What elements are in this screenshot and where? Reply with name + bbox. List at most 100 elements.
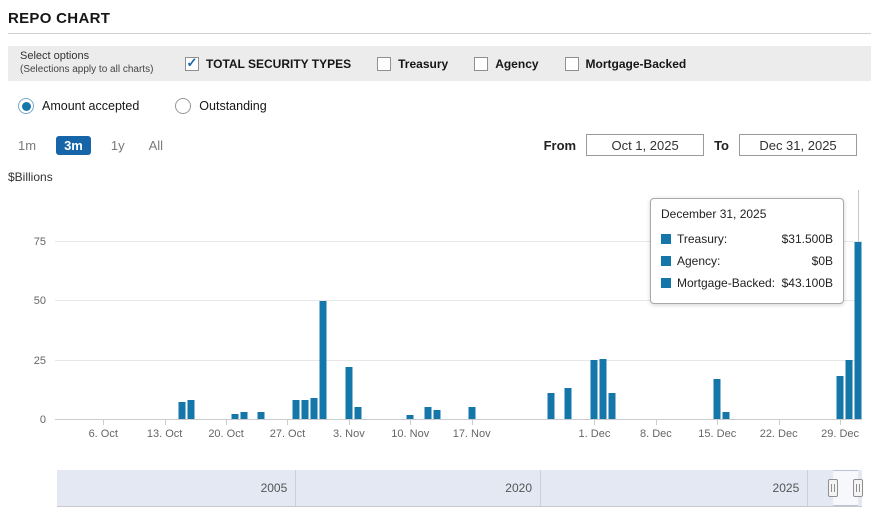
chart-bar[interactable] <box>187 400 195 419</box>
tooltip-row-mortgage-backed: Mortgage-Backed: $43.100B <box>661 272 833 294</box>
tooltip-series-value: $43.100B <box>781 276 833 291</box>
navigator-year-label: 2005 <box>260 481 288 495</box>
navigator-year-label: 2020 <box>505 481 532 495</box>
chart-bar[interactable] <box>319 300 327 419</box>
chart-bar[interactable] <box>345 366 353 419</box>
series-marker-treasury-icon <box>661 234 671 245</box>
checkbox-label: Mortgage-Backed <box>585 56 687 71</box>
chart-bar[interactable] <box>854 242 862 419</box>
radio-label: Amount accepted <box>42 99 140 113</box>
x-tick <box>840 420 842 425</box>
select-options-sublabel: (Selections apply to all charts) <box>20 64 154 76</box>
date-range-inputs: From To <box>544 133 857 157</box>
x-axis-label: 3. Nov <box>332 428 365 440</box>
tooltip-title: December 31, 2025 <box>661 207 767 221</box>
chart-bar[interactable] <box>564 388 572 419</box>
chart-area: 0 25 50 75 6. Oct 13. Oct 20. Oct 27. Oct 3. Nov… <box>34 190 862 440</box>
select-options-label: Select options <box>20 50 90 63</box>
navigator-year-label: 2025 <box>772 481 800 495</box>
x-tick <box>226 420 228 425</box>
navigator-gridline <box>295 470 297 506</box>
x-axis-label: 8. Dec <box>639 428 672 440</box>
x-tick <box>103 420 105 425</box>
chart-bar[interactable] <box>231 414 239 419</box>
range-button-1m[interactable]: 1m <box>14 136 40 155</box>
chart-bar[interactable] <box>292 400 300 419</box>
chart-bar[interactable] <box>433 409 441 419</box>
x-tick <box>471 420 473 425</box>
chart-bar[interactable] <box>424 407 432 419</box>
chart-bar[interactable] <box>713 378 721 419</box>
y-axis-label: 0 <box>39 414 46 426</box>
chart-bar[interactable] <box>178 402 186 419</box>
navigator[interactable]: 2005 2020 2025 <box>57 470 863 507</box>
x-axis-label: 13. Oct <box>146 428 183 440</box>
radio-amount-accepted[interactable]: Amount accepted <box>18 98 139 114</box>
checkbox-mortgage-backed[interactable]: Mortgage-Backed <box>564 56 687 71</box>
x-tick <box>717 420 719 425</box>
checkbox-total-security-types[interactable]: TOTAL SECURITY TYPES <box>185 56 351 71</box>
chart-bar[interactable] <box>310 397 318 419</box>
title-divider <box>8 33 871 34</box>
range-button-3m[interactable]: 3m <box>56 135 91 155</box>
x-axis-label: 10. Nov <box>391 428 430 440</box>
chart-bar[interactable] <box>354 407 362 419</box>
y-axis-title: $Billions <box>8 170 53 184</box>
chart-bar[interactable] <box>468 407 476 419</box>
metric-radio-group: Amount accepted Outstanding <box>18 98 267 114</box>
x-tick <box>348 420 350 425</box>
checkbox-box-treasury[interactable] <box>377 56 392 71</box>
x-axis-label: 27. Oct <box>269 428 306 440</box>
tooltip-series-name: Mortgage-Backed: <box>677 276 776 291</box>
radio-button-outstanding[interactable] <box>175 98 192 114</box>
x-tick <box>287 420 289 425</box>
checkbox-agency[interactable]: Agency <box>474 56 539 71</box>
navigator-gridline <box>540 470 541 506</box>
range-selector: 1m 3m 1y All From To <box>14 133 857 157</box>
navigator-gridline <box>807 470 809 506</box>
radio-button-amount-accepted[interactable] <box>18 98 34 114</box>
x-tick <box>594 420 596 425</box>
tooltip-series-name: Agency: <box>677 254 721 269</box>
from-date-input[interactable] <box>586 134 705 156</box>
tooltip-series-name: Treasury: <box>677 232 728 246</box>
range-buttons: 1m 3m 1y All <box>14 133 167 157</box>
chart-bar[interactable] <box>836 376 844 419</box>
x-axis-label: 17. Nov <box>452 428 491 440</box>
chart-bar[interactable] <box>406 415 414 419</box>
x-axis-label: 15. Dec <box>698 428 737 440</box>
chart-bar[interactable] <box>301 400 309 419</box>
to-label: To <box>714 137 729 153</box>
checkbox-box-agency[interactable] <box>474 56 489 71</box>
repo-chart-page: REPO CHART Select options (Selections ap… <box>0 0 879 519</box>
checkbox-box-total-security-types[interactable] <box>185 56 199 71</box>
y-axis-label: 25 <box>33 354 46 367</box>
chart-bar[interactable] <box>257 411 265 419</box>
chart-bar[interactable] <box>608 392 616 419</box>
chart-bar[interactable] <box>590 359 598 419</box>
chart-bar[interactable] <box>240 411 248 419</box>
chart-bar[interactable] <box>599 359 607 419</box>
chart-bar[interactable] <box>722 411 730 419</box>
page-title: REPO CHART <box>8 10 111 27</box>
navigator-handle-right-icon[interactable] <box>852 479 863 497</box>
tooltip-row-agency: Agency: $0B <box>661 250 833 272</box>
x-axis-label: 6. Oct <box>88 428 118 440</box>
x-axis-label: 20. Oct <box>208 428 244 440</box>
x-tick <box>778 420 780 425</box>
chart-bar[interactable] <box>845 359 853 419</box>
checkbox-box-mortgage-backed[interactable] <box>564 56 579 71</box>
chart-tooltip: December 31, 2025 Treasury: $31.500B Age… <box>650 198 844 304</box>
radio-outstanding[interactable]: Outstanding <box>175 98 267 114</box>
tooltip-series-value: $0B <box>811 254 833 269</box>
checkbox-treasury[interactable]: Treasury <box>377 56 448 71</box>
from-label: From <box>543 137 577 153</box>
y-gridline <box>55 419 862 420</box>
select-options-caption: Select options (Selections apply to all … <box>20 50 185 76</box>
range-button-1y[interactable]: 1y <box>107 136 129 155</box>
navigator-handle-left-icon[interactable] <box>828 479 839 497</box>
range-button-all[interactable]: All <box>145 136 167 155</box>
x-axis-label: 1. Dec <box>578 428 611 440</box>
to-date-input[interactable] <box>739 134 857 156</box>
chart-bar[interactable] <box>547 392 555 419</box>
